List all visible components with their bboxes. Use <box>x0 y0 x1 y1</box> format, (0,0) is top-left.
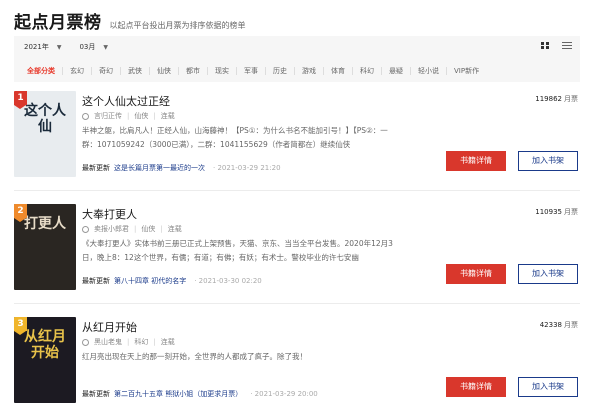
category-tab[interactable]: 现实 <box>208 67 237 75</box>
category-tab[interactable]: VIP新作 <box>447 67 486 75</box>
update-row: 最新更新 第八十四章 初代的名字 · 2021-03-30 02:20 <box>82 276 262 286</box>
category-tab[interactable]: 玄幻 <box>63 67 92 75</box>
book-meta: 言归正传 | 仙侠 | 连载 <box>82 111 175 121</box>
chevron-down-icon: ▼ <box>103 43 108 51</box>
update-row: 最新更新 第二百九十五章 熊狱小姐（加更求月票） · 2021-03-29 20… <box>82 389 318 399</box>
author-link[interactable]: 言归正传 <box>94 111 122 121</box>
book-row: 2 打更人 大奉打更人 卖报小郎君 | 仙侠 | 连载 《大奉打更人》实体书前三… <box>14 204 580 304</box>
author-icon <box>82 225 89 233</box>
status-text: 连载 <box>160 338 175 346</box>
book-detail-button[interactable]: 书籍详情 <box>446 264 506 284</box>
date-filter-row: 2021年 ▼ 03月 ▼ <box>24 42 108 52</box>
rank-badge: 1 <box>14 91 27 109</box>
book-row: 1 这个人仙 这个人仙太过正经 言归正传 | 仙侠 | 连载 半神之躯，比肩凡人… <box>14 91 580 191</box>
book-detail-button[interactable]: 书籍详情 <box>446 377 506 397</box>
year-select[interactable]: 2021年 ▼ <box>24 42 61 52</box>
author-icon <box>82 338 89 346</box>
ticket-count: 42338 月票 <box>540 320 578 330</box>
add-to-shelf-button[interactable]: 加入书架 <box>518 377 578 397</box>
year-value: 2021年 <box>24 43 49 51</box>
ticket-number: 42338 <box>539 321 562 329</box>
filter-panel: 2021年 ▼ 03月 ▼ 全部分类 玄幻 奇幻 武侠 仙侠 都市 现实 军事 历史 游戏 体育 科幻… <box>14 36 580 82</box>
view-toggle <box>541 42 572 49</box>
page-subtitle: 以起点平台投出月票为排序依据的榜单 <box>109 21 246 30</box>
book-title-link[interactable]: 从红月开始 <box>82 319 137 335</box>
update-date: · 2021-03-29 20:00 <box>250 390 318 398</box>
update-row: 最新更新 这是长篇月票第一最近的一次 · 2021-03-29 21:20 <box>82 163 281 173</box>
category-tab[interactable]: 悬疑 <box>382 67 411 75</box>
category-tab[interactable]: 科幻 <box>353 67 382 75</box>
category-tab[interactable]: 都市 <box>179 67 208 75</box>
book-meta: 黑山老鬼 | 科幻 | 连载 <box>82 337 175 347</box>
meta-separator: | <box>160 225 163 233</box>
book-detail-button[interactable]: 书籍详情 <box>446 151 506 171</box>
add-to-shelf-button[interactable]: 加入书架 <box>518 151 578 171</box>
ticket-unit: 月票 <box>564 95 578 103</box>
category-tab[interactable]: 轻小说 <box>411 67 447 75</box>
category-tab[interactable]: 游戏 <box>295 67 324 75</box>
update-date: · 2021-03-29 21:20 <box>213 164 281 172</box>
update-label: 最新更新 <box>82 164 110 172</box>
book-row: 3 从红月开始 从红月开始 黑山老鬼 | 科幻 | 连载 红月亮出现在天上的那一… <box>14 317 580 411</box>
ticket-number: 119862 <box>535 95 562 103</box>
book-title-link[interactable]: 大奉打更人 <box>82 206 137 222</box>
update-label: 最新更新 <box>82 390 110 398</box>
meta-separator: | <box>153 112 156 120</box>
author-icon <box>82 112 89 120</box>
add-to-shelf-button[interactable]: 加入书架 <box>518 264 578 284</box>
status-text: 连载 <box>167 225 182 233</box>
book-cover[interactable]: 2 打更人 <box>14 204 76 290</box>
author-link[interactable]: 黑山老鬼 <box>94 337 122 347</box>
category-tab[interactable]: 武侠 <box>121 67 150 75</box>
latest-chapter-link[interactable]: 这是长篇月票第一最近的一次 <box>114 163 205 173</box>
rank-badge: 3 <box>14 317 27 335</box>
list-view-icon[interactable] <box>562 42 572 49</box>
category-tab[interactable]: 奇幻 <box>92 67 121 75</box>
page-header: 起点月票榜 以起点平台投出月票为排序依据的榜单 <box>14 8 246 33</box>
category-tab[interactable]: 仙侠 <box>150 67 179 75</box>
ticket-count: 119862 月票 <box>535 94 578 104</box>
ticket-count: 110935 月票 <box>535 207 578 217</box>
genre-link[interactable]: 科幻 <box>134 337 148 347</box>
book-cover[interactable]: 1 这个人仙 <box>14 91 76 177</box>
chevron-down-icon: ▼ <box>56 43 62 51</box>
book-intro: 红月亮出现在天上的那一刻开始，全世界的人都成了疯子。除了我！ <box>82 352 307 361</box>
meta-separator: | <box>134 225 137 233</box>
genre-link[interactable]: 仙侠 <box>134 111 148 121</box>
cover-title-art: 这个人仙 <box>24 103 66 135</box>
book-cover[interactable]: 3 从红月开始 <box>14 317 76 403</box>
meta-separator: | <box>127 112 130 120</box>
cover-title-art: 打更人 <box>24 216 66 232</box>
category-tabs: 全部分类 玄幻 奇幻 武侠 仙侠 都市 现实 军事 历史 游戏 体育 科幻 悬疑 轻小说 VIP新作 <box>20 67 486 75</box>
update-label: 最新更新 <box>82 277 110 285</box>
book-meta: 卖报小郎君 | 仙侠 | 连载 <box>82 224 182 234</box>
month-select[interactable]: 03月 ▼ <box>79 42 108 52</box>
category-tab[interactable]: 历史 <box>266 67 295 75</box>
book-title-link[interactable]: 这个人仙太过正经 <box>82 93 170 109</box>
category-tab[interactable]: 军事 <box>237 67 266 75</box>
latest-chapter-link[interactable]: 第八十四章 初代的名字 <box>114 276 186 286</box>
status-text: 连载 <box>160 112 175 120</box>
rank-badge: 2 <box>14 204 27 222</box>
meta-separator: | <box>153 338 156 346</box>
cover-title-art: 从红月开始 <box>24 329 66 361</box>
category-tab[interactable]: 全部分类 <box>20 67 63 75</box>
update-date: · 2021-03-30 02:20 <box>194 277 262 285</box>
ticket-unit: 月票 <box>564 208 578 216</box>
latest-chapter-link[interactable]: 第二百九十五章 熊狱小姐（加更求月票） <box>114 389 242 399</box>
ticket-unit: 月票 <box>564 321 578 329</box>
book-intro: 《大奉打更人》实体书前三册已正式上架预售，天猫、京东、当当全平台发售。2020年… <box>82 239 393 262</box>
grid-view-icon[interactable] <box>541 42 550 49</box>
meta-separator: | <box>127 338 130 346</box>
book-intro: 半神之躯，比肩凡人！正经人仙，山海藤神！【PS①：为什么书名不能加引号！】【PS… <box>82 126 388 149</box>
month-value: 03月 <box>79 43 96 51</box>
author-link[interactable]: 卖报小郎君 <box>94 224 129 234</box>
ticket-number: 110935 <box>535 208 562 216</box>
genre-link[interactable]: 仙侠 <box>141 224 155 234</box>
page-title: 起点月票榜 <box>14 13 102 33</box>
category-tab[interactable]: 体育 <box>324 67 353 75</box>
